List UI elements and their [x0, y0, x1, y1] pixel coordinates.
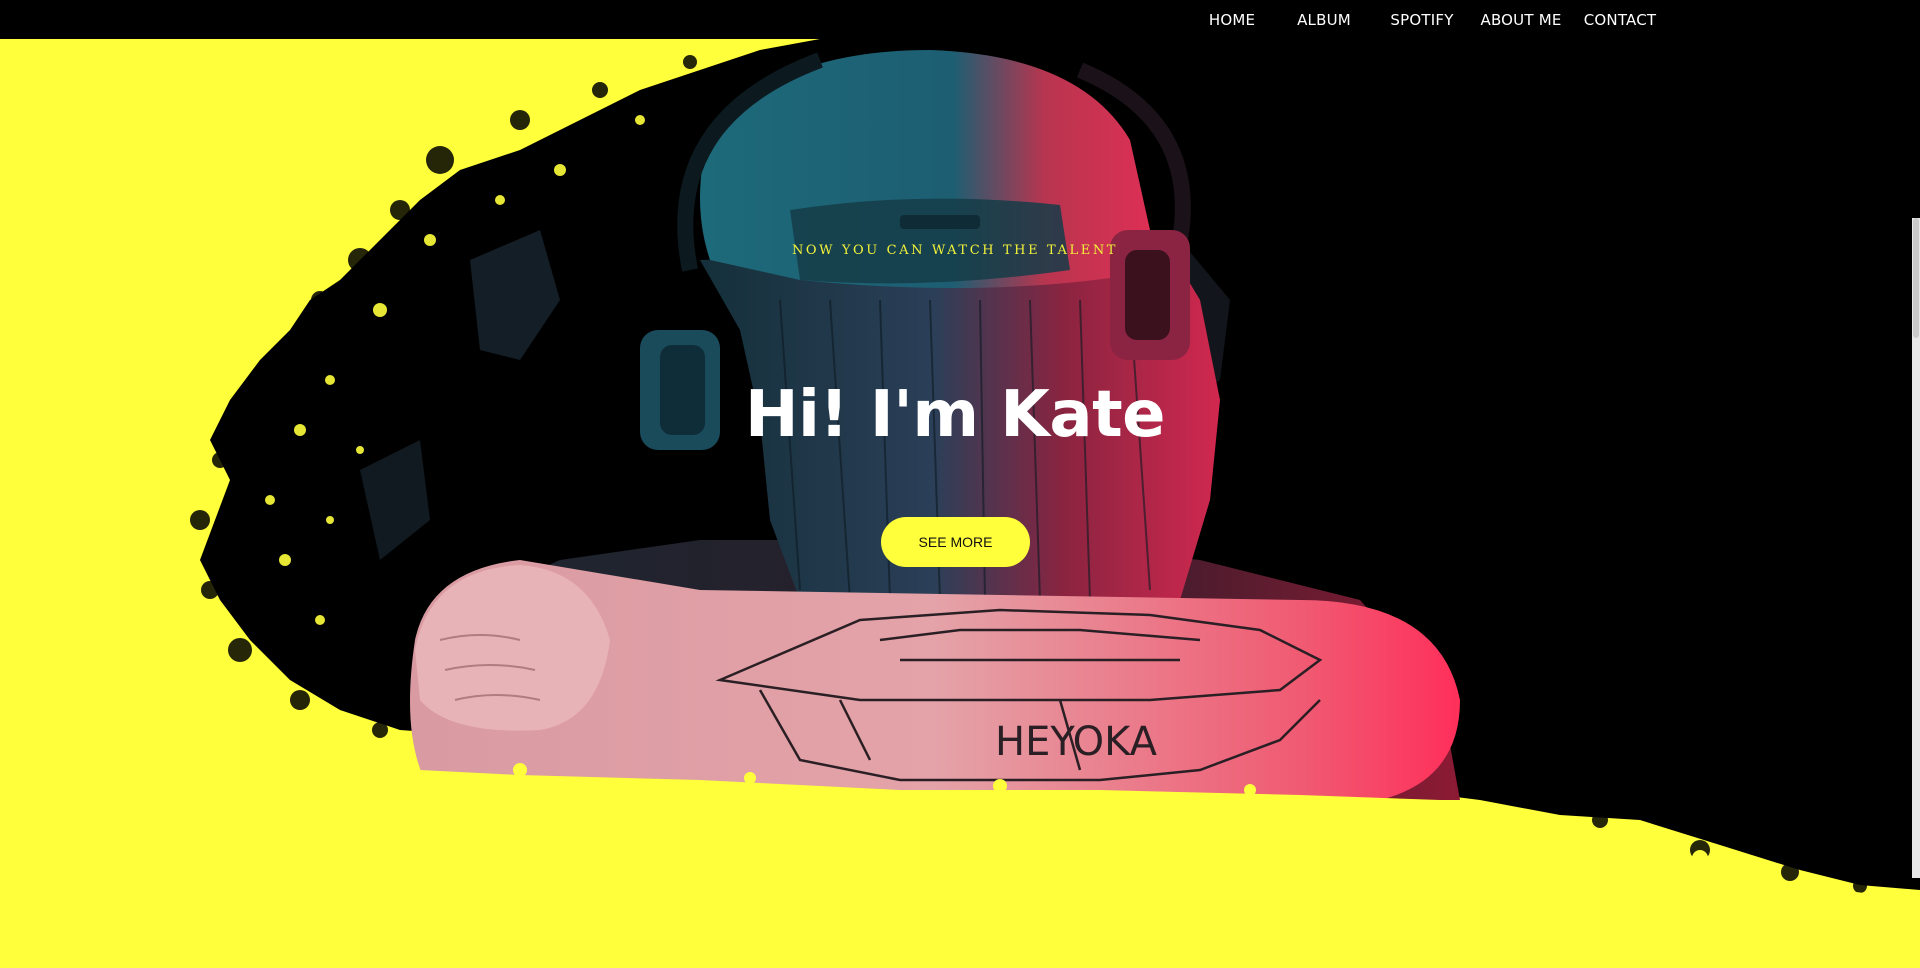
nav-link-spotify[interactable]: SPOTIFY [1374, 11, 1470, 29]
page: HEYOKA NOW YOU CAN WATCH THE TALENT Hi! … [0, 0, 1920, 968]
page-scrollbar[interactable] [1912, 218, 1920, 878]
see-more-button[interactable]: SEE MORE [881, 517, 1030, 567]
nav-link-home[interactable]: HOME [1190, 11, 1274, 29]
nav-link-album[interactable]: ALBUM [1274, 11, 1374, 29]
hero-tagline: NOW YOU CAN WATCH THE TALENT [791, 243, 1119, 258]
hero-section: HEYOKA NOW YOU CAN WATCH THE TALENT Hi! … [0, 0, 1920, 968]
nav-link-contact[interactable]: CONTACT [1572, 11, 1668, 29]
hero-image: HEYOKA [0, 0, 1920, 968]
hero-headline: Hi! I'm Kate [744, 378, 1166, 452]
main-nav: HOME ALBUM SPOTIFY ABOUT ME CONTACT [1190, 0, 1668, 39]
svg-text:HEYOKA: HEYOKA [995, 719, 1158, 765]
scrollbar-thumb[interactable] [1913, 218, 1919, 338]
top-navigation-bar: HOME ALBUM SPOTIFY ABOUT ME CONTACT [0, 0, 1920, 39]
nav-link-about-me[interactable]: ABOUT ME [1470, 11, 1572, 29]
